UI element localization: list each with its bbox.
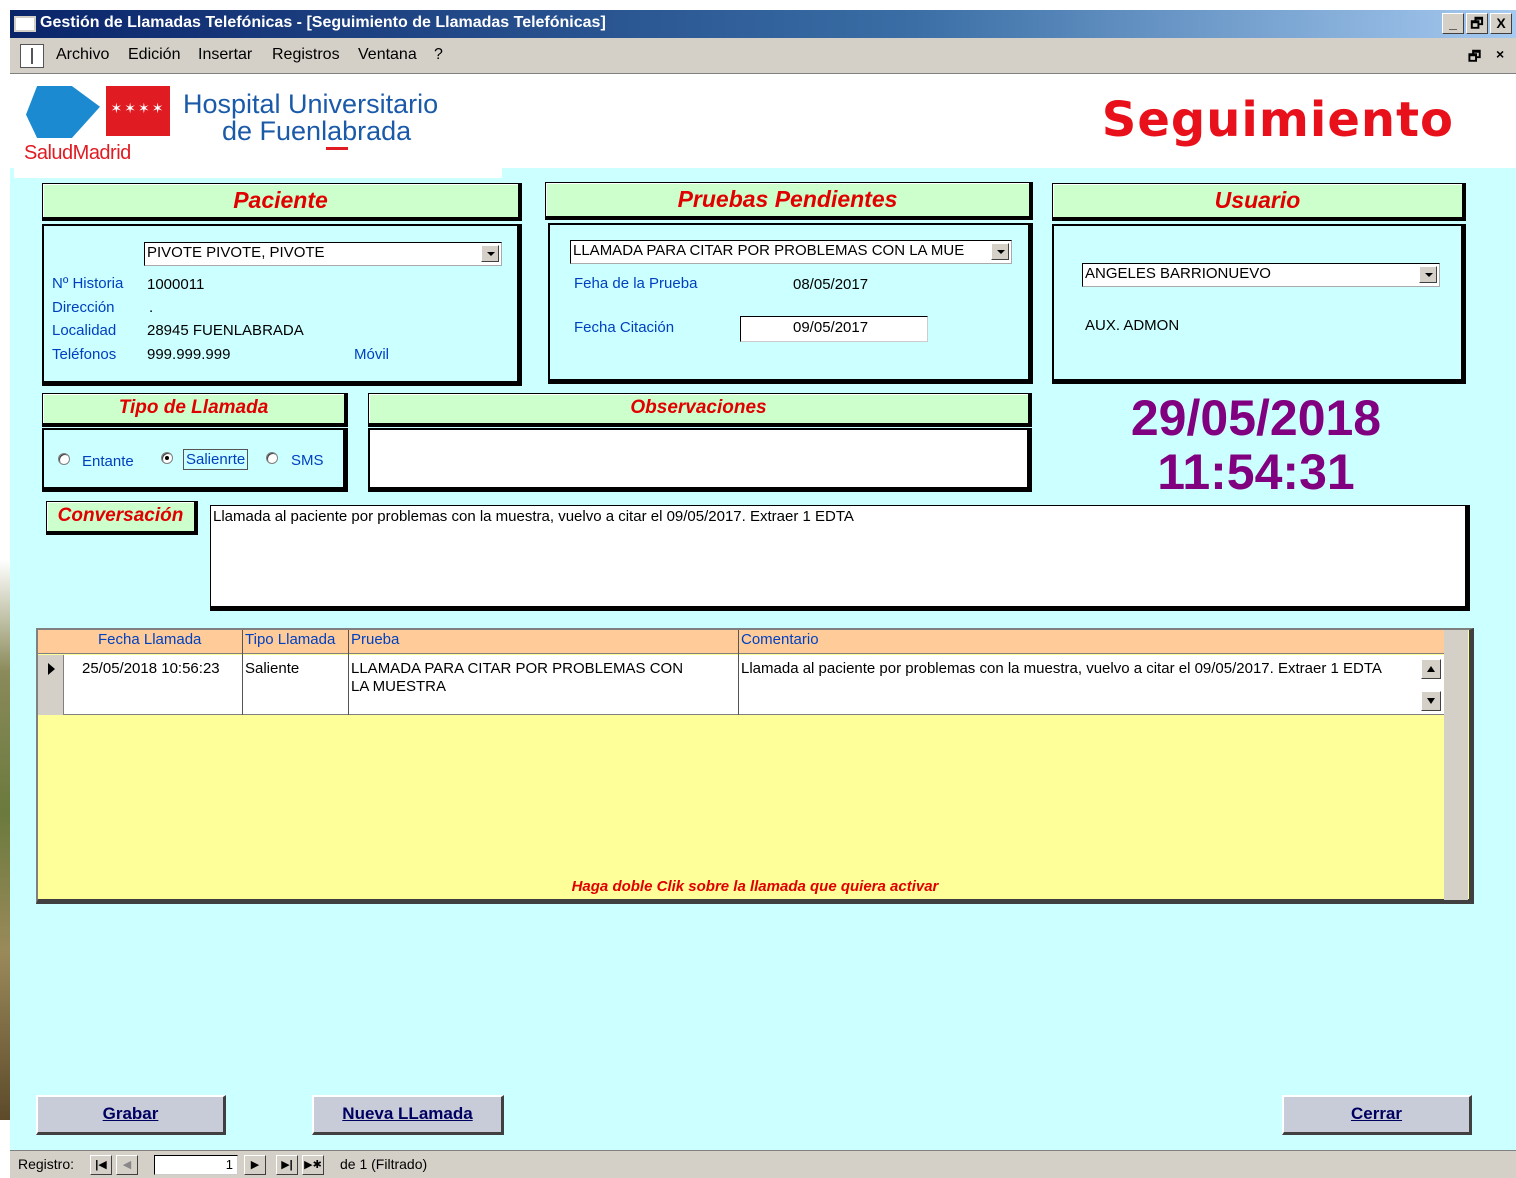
registro-label: Registro: [18,1156,75,1172]
usuario-dropdown-arrow-icon[interactable] [1419,266,1437,283]
fecha-citacion-value: 09/05/2017 [793,319,869,336]
cell-prueba-line1: LLAMADA PARA CITAR POR PROBLEMAS CON [351,660,684,677]
conversacion-text: Llamada al paciente por problemas con la… [213,508,854,525]
telefonos-value: 999.999.999 [147,346,231,363]
conversacion-heading: Conversación [46,501,198,535]
localidad-value: 28945 FUENLABRADA [147,322,304,339]
tipo-llamada-heading: Tipo de Llamada [42,393,348,427]
hospital-name-line2: de Fuenlabrada [222,116,412,146]
table-hint: Haga doble Clik sobre la llamada que qui… [571,878,939,895]
menu-help[interactable]: ? [434,46,443,64]
cell-scroll-up-icon[interactable] [1421,659,1441,679]
direccion-label: Dirección [52,299,115,316]
menu-bar: Archivo Edición Insertar Registros Venta… [10,38,1516,74]
window-title: Gestión de Llamadas Telefónicas - [Segui… [40,14,606,31]
first-record-icon[interactable]: |◀ [90,1155,112,1175]
cell-prueba-line2: LA MUESTRA [351,678,447,695]
grabar-button[interactable]: Grabar [36,1095,226,1135]
radio-sms[interactable] [266,452,278,464]
mdi-close-button[interactable]: × [1496,46,1504,62]
column-divider [348,630,349,715]
telefonos-label: Teléfonos [52,346,117,363]
next-record-icon[interactable]: ▶ [244,1155,266,1175]
patient-dropdown-arrow-icon[interactable] [481,245,499,262]
usuario-role: AUX. ADMON [1085,317,1180,334]
previous-record-icon[interactable]: ◀ [116,1155,138,1175]
cell-tipo: Saliente [245,660,300,677]
radio-sms-label[interactable]: SMS [291,452,324,469]
pruebas-heading: Pruebas Pendientes [545,182,1033,220]
current-date: 29/05/2018 [1130,390,1382,446]
localidad-label: Localidad [52,322,117,339]
menu-insertar[interactable]: Insertar [198,46,252,64]
menu-registros[interactable]: Registros [272,46,340,64]
radio-saliente[interactable] [161,452,173,464]
fecha-citacion-field[interactable]: 09/05/2017 [740,316,928,342]
fecha-prueba-value: 08/05/2017 [793,276,869,293]
movil-label: Móvil [354,346,390,363]
col-tipo-llamada[interactable]: Tipo Llamada [245,631,335,648]
menu-archivo[interactable]: Archivo [56,46,109,64]
observaciones-heading: Observaciones [368,393,1032,427]
cell-comentario: Llamada al paciente por problemas con la… [741,660,1382,677]
cell-scroll-down-icon[interactable] [1421,691,1441,711]
observaciones-field[interactable] [368,428,1032,492]
cerrar-button[interactable]: Cerrar [1282,1095,1472,1135]
record-selector-arrow-icon[interactable] [38,655,64,715]
menu-ventana[interactable]: Ventana [358,46,417,64]
usuario-heading: Usuario [1052,183,1466,221]
usuario-panel [1052,224,1466,384]
patient-select[interactable]: PIVOTE PIVOTE, PIVOTE [144,242,502,266]
column-divider [242,630,243,715]
column-divider [738,630,739,715]
paciente-heading: Paciente [42,183,522,221]
record-number-field[interactable]: 1 [154,1155,238,1175]
fecha-citacion-label: Fecha Citación [574,319,675,336]
app-icon [14,16,36,32]
prueba-dropdown-arrow-icon[interactable] [991,243,1009,260]
usuario-select[interactable]: ANGELES BARRIONUEVO [1082,263,1440,287]
fecha-prueba-label: Feha de la Prueba [574,275,698,292]
direccion-value: . [149,299,154,316]
col-prueba[interactable]: Prueba [351,631,399,648]
cell-fecha: 25/05/2018 10:56:23 [82,660,220,677]
radio-saliente-label[interactable]: Salienrte [183,449,249,470]
minimize-button[interactable]: _ [1442,13,1464,34]
historia-value: 1000011 [147,276,205,293]
historia-label: Nº Historia [52,275,124,292]
madrid-stars: ✶✶✶✶ [110,100,166,116]
prueba-select-value: LLAMADA PARA CITAR POR PROBLEMAS CON LA … [573,242,965,259]
col-fecha-llamada[interactable]: Fecha Llamada [98,631,201,648]
prueba-select[interactable]: LLAMADA PARA CITAR POR PROBLEMAS CON LA … [570,240,1012,264]
record-navigation-bar: Registro: |◀ ◀ 1 ▶ ▶| ▶✱ de 1 (Filtrado) [10,1150,1516,1178]
nueva-llamada-button[interactable]: Nueva LLamada [312,1095,504,1135]
last-record-icon[interactable]: ▶| [276,1155,298,1175]
salud-madrid-text: SaludMadrid [24,142,131,164]
form-document-icon[interactable] [20,44,44,68]
record-count: de 1 (Filtrado) [340,1156,428,1172]
current-time: 11:54:31 [1157,444,1355,500]
radio-entrante[interactable] [58,453,70,465]
table-scrollbar[interactable] [1444,630,1468,900]
radio-entrante-label[interactable]: Entante [82,453,134,470]
window-title-bar: Gestión de Llamadas Telefónicas - [Segui… [10,10,1516,38]
close-button[interactable]: X [1490,13,1512,34]
table-header: Fecha Llamada Tipo Llamada Prueba Coment… [38,630,1444,654]
conversacion-field[interactable]: Llamada al paciente por problemas con la… [210,505,1470,611]
menu-edicion[interactable]: Edición [128,46,180,64]
form-title: Seguimiento [1101,92,1454,148]
mdi-restore-button[interactable]: 🗗 [1468,46,1481,70]
col-comentario[interactable]: Comentario [741,631,819,648]
hospital-logo-accent [326,147,348,150]
new-record-icon[interactable]: ▶✱ [302,1155,324,1175]
usuario-select-value: ANGELES BARRIONUEVO [1085,265,1271,282]
restore-button[interactable]: 🗗 [1466,13,1488,34]
patient-select-value: PIVOTE PIVOTE, PIVOTE [147,244,325,261]
